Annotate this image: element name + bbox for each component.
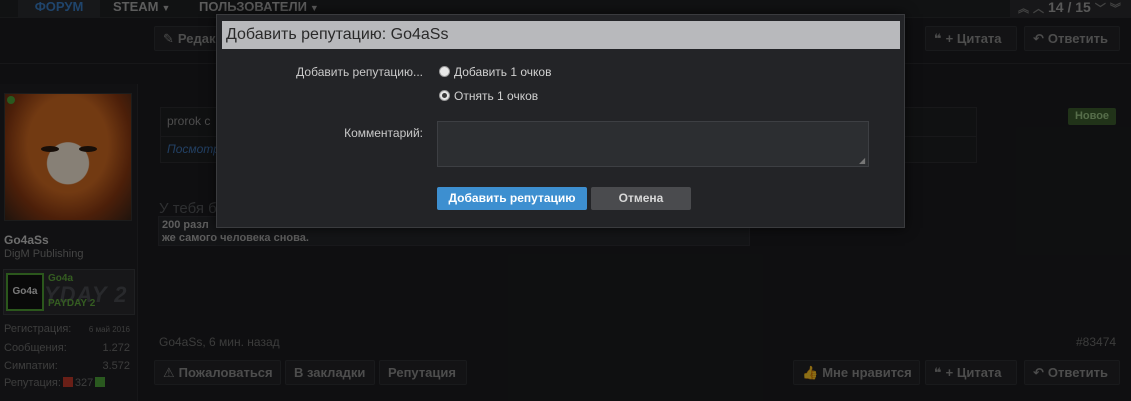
radio-remove-label: Отнять 1 очков xyxy=(454,89,539,103)
radio-button[interactable] xyxy=(439,66,450,77)
dialog-title: Добавить репутацию: Go4aSs xyxy=(222,21,900,49)
radio-button-selected[interactable] xyxy=(439,90,450,101)
add-reputation-button[interactable]: Добавить репутацию xyxy=(437,187,587,210)
comment-field-label: Комментарий: xyxy=(344,126,423,140)
radio-add-reputation[interactable]: Добавить 1 очков xyxy=(439,64,551,80)
cancel-button[interactable]: Отмена xyxy=(591,187,691,210)
comment-textarea[interactable] xyxy=(437,121,869,167)
resize-grip-icon[interactable]: ◢ xyxy=(859,157,867,165)
add-reputation-dialog: Добавить репутацию: Go4aSs Добавить репу… xyxy=(216,14,905,228)
radio-add-label: Добавить 1 очков xyxy=(454,65,552,79)
reputation-field-label: Добавить репутацию... xyxy=(296,65,423,79)
radio-remove-reputation[interactable]: Отнять 1 очков xyxy=(439,88,538,104)
